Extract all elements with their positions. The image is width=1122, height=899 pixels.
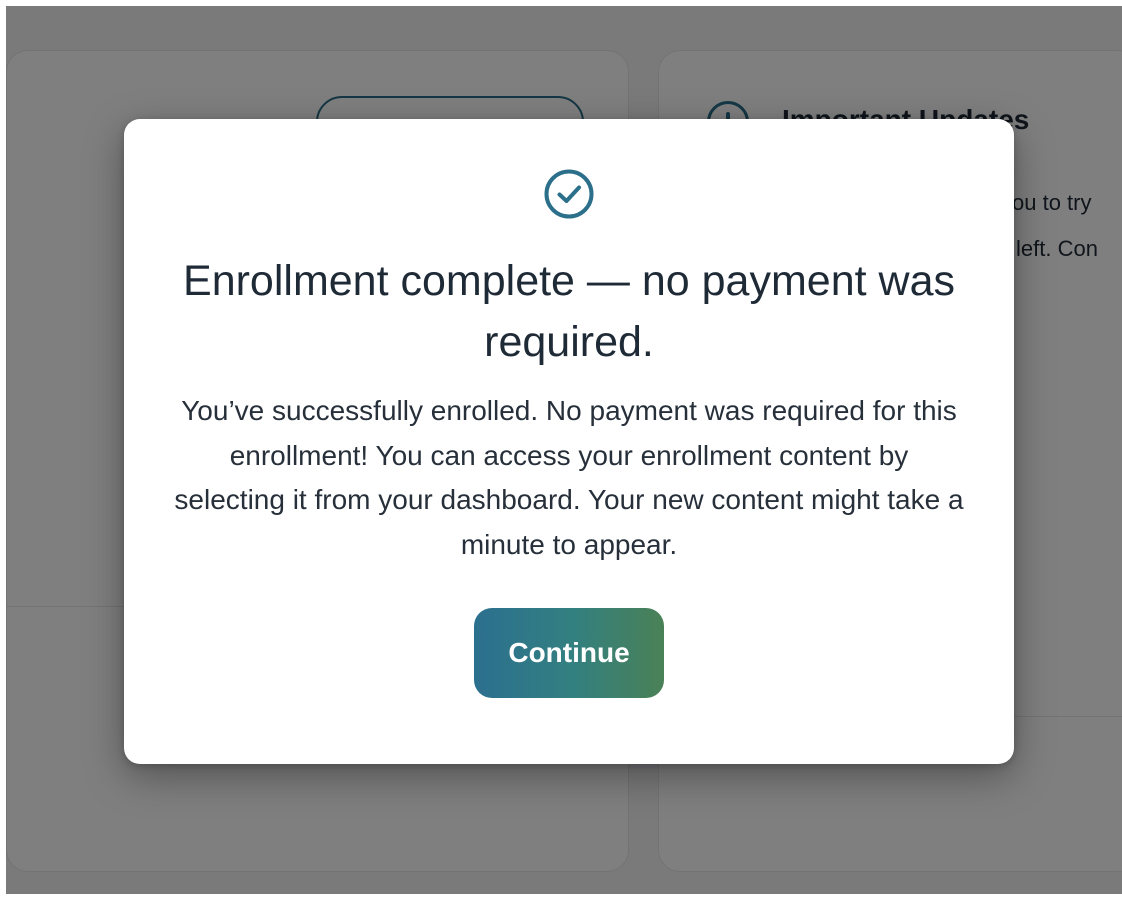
enrollment-complete-dialog: Enrollment complete — no payment was req… bbox=[124, 119, 1014, 764]
dialog-message: You’ve successfully enrolled. No payment… bbox=[174, 395, 964, 560]
continue-button[interactable]: Continue bbox=[474, 608, 664, 698]
dialog-title: Enrollment complete — no payment was req… bbox=[183, 257, 955, 366]
check-circle-icon bbox=[544, 169, 594, 219]
